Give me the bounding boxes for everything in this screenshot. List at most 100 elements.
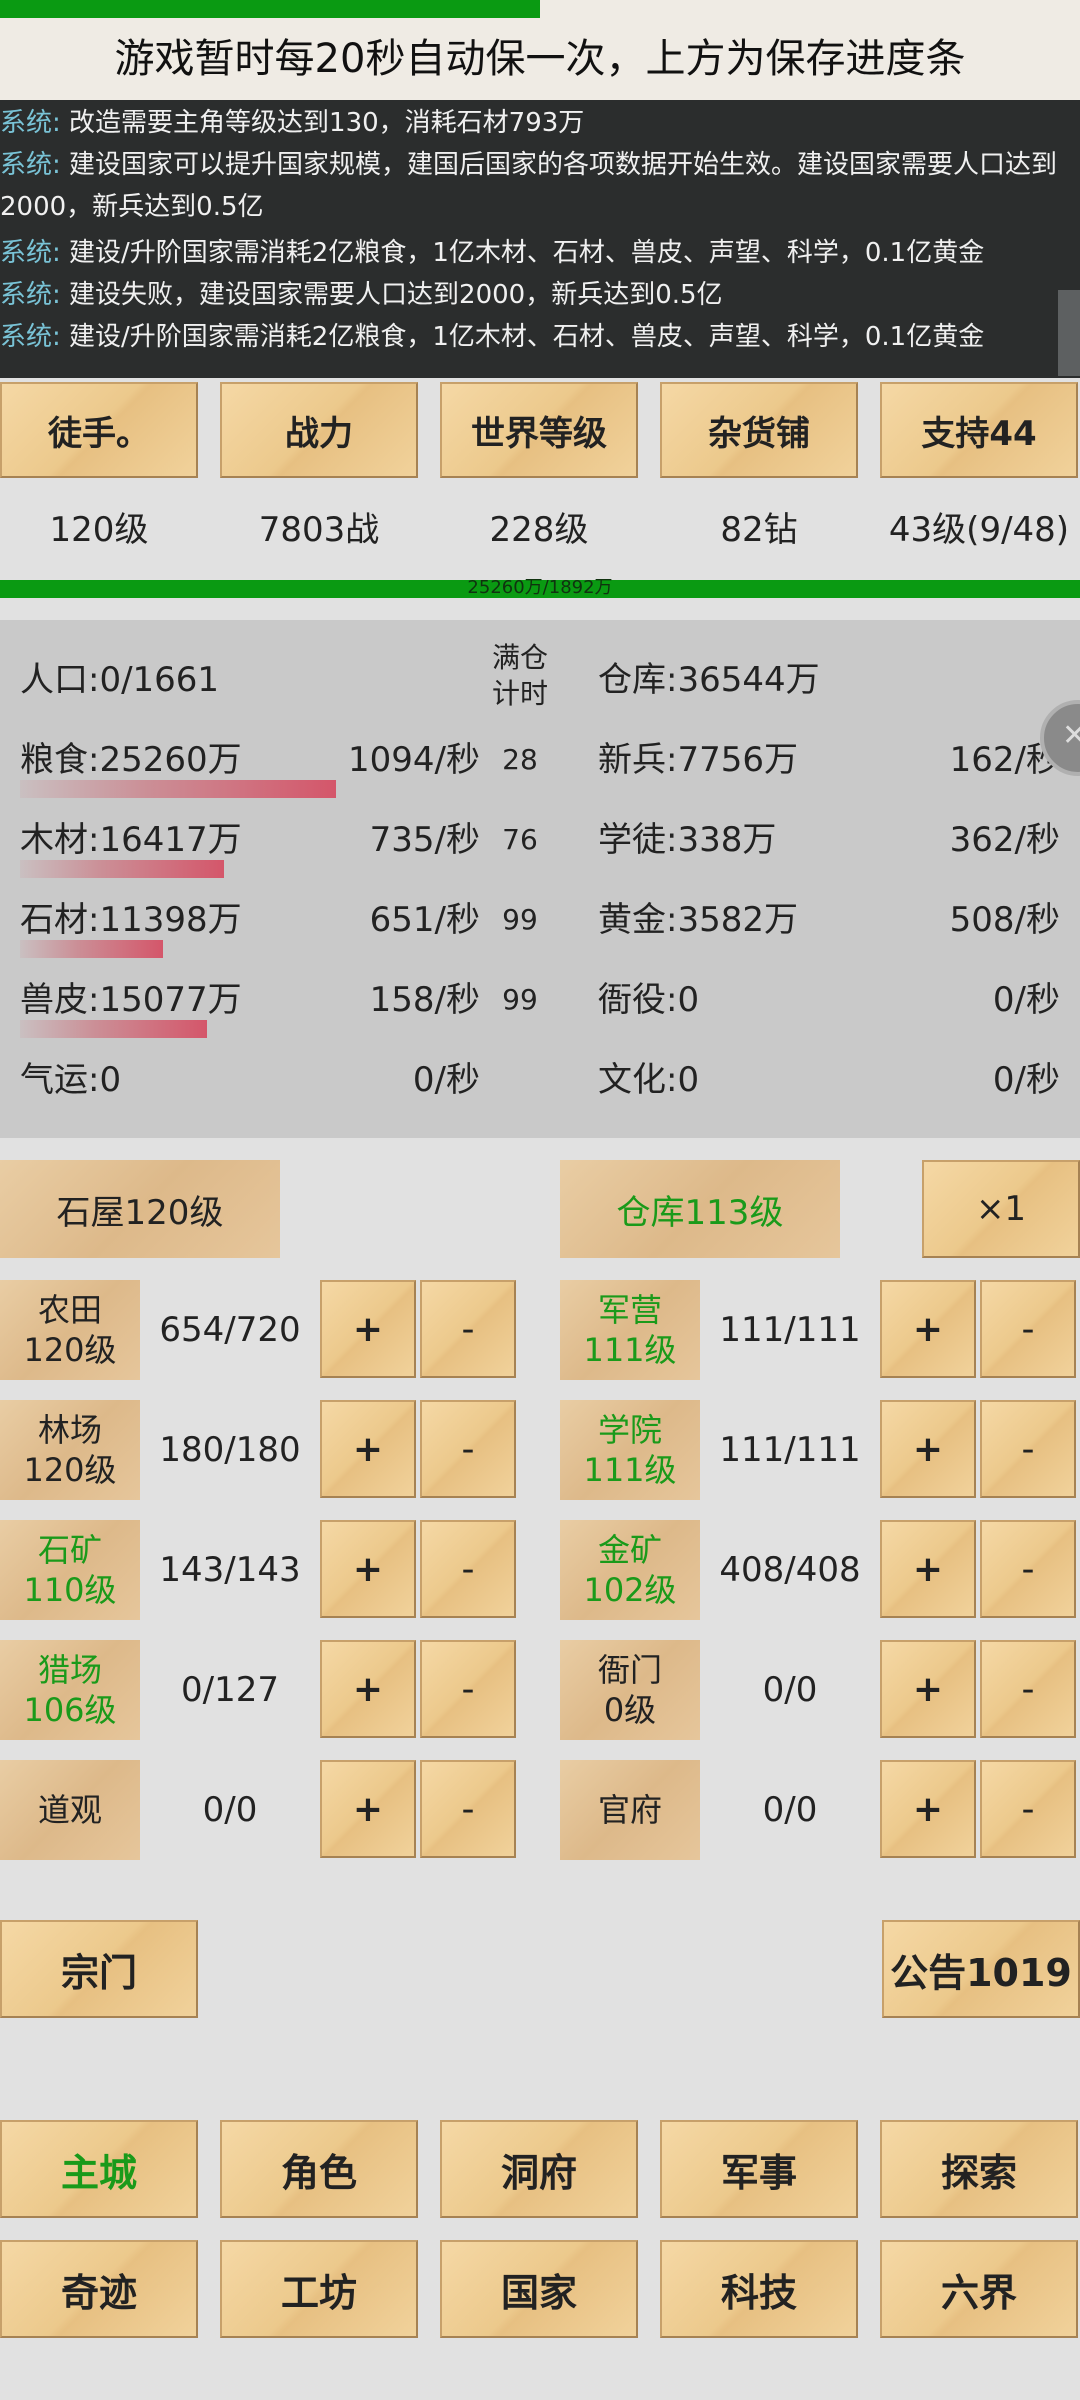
building-name[interactable]: 猎场 106级	[0, 1640, 140, 1740]
building-count: 408/408	[719, 1550, 861, 1590]
building-count: 180/180	[159, 1430, 301, 1470]
nav-button[interactable]: 探索	[880, 2120, 1078, 2218]
tab-value: 82钻	[720, 510, 798, 550]
log-text: 建设/升阶国家需消耗2亿粮食，1亿木材、石材、兽皮、声望、科学，0.1亿黄金	[60, 238, 985, 268]
sect-button[interactable]: 宗门	[0, 1920, 198, 2018]
building-label: 猎场	[37, 1651, 102, 1689]
building-label: 学院	[597, 1411, 662, 1449]
nav-button[interactable]: 科技	[660, 2240, 858, 2338]
notice-button[interactable]: 公告1019	[882, 1920, 1080, 2018]
resource-name: 气运:0	[20, 1060, 122, 1100]
log-line: 系统: 建设/升阶国家需消耗2亿粮食，1亿木材、石材、兽皮、声望、科学，0.1亿…	[0, 316, 1064, 358]
building-name[interactable]: 林场 120级	[0, 1400, 140, 1500]
resource-fill-bar	[20, 860, 224, 878]
minus-button[interactable]: -	[420, 1520, 516, 1618]
building-count: 0/127	[181, 1670, 279, 1710]
building-count: 111/111	[719, 1310, 861, 1350]
plus-button[interactable]: +	[880, 1760, 976, 1858]
building-level: 111级	[583, 1451, 677, 1489]
save-notice: 游戏暂时每20秒自动保一次，上方为保存进度条	[114, 36, 966, 82]
log-line: 系统: 改造需要主角等级达到130，消耗石材793万	[0, 102, 1064, 144]
resource-rate: 362/秒	[949, 820, 1060, 860]
building-label: 军营	[597, 1291, 662, 1329]
nav-button[interactable]: 国家	[440, 2240, 638, 2338]
plus-button[interactable]: +	[320, 1280, 416, 1378]
resource-fill-bar	[20, 780, 337, 798]
building-level: 111级	[583, 1331, 677, 1369]
building-label: 农田	[37, 1291, 102, 1329]
log-scrollbar[interactable]	[1058, 290, 1080, 376]
building-level: 0级	[603, 1691, 657, 1729]
building-name[interactable]: 道观	[0, 1760, 140, 1860]
plus-button[interactable]: +	[320, 1400, 416, 1498]
multiplier-button[interactable]: ×1	[922, 1160, 1080, 1258]
plus-button[interactable]: +	[880, 1280, 976, 1378]
log-prefix: 系统:	[0, 108, 61, 138]
nav-button[interactable]: 角色	[220, 2120, 418, 2218]
building-name[interactable]: 石矿 110级	[0, 1520, 140, 1620]
tab-button[interactable]: 徒手。	[0, 382, 198, 478]
minus-button[interactable]: -	[980, 1520, 1076, 1618]
resource-progress-text: 25260万/1892万	[467, 577, 613, 598]
close-icon: ✕	[1062, 718, 1080, 753]
minus-button[interactable]: -	[420, 1640, 516, 1738]
tab-value: 120级	[49, 510, 149, 550]
log-text: 建设国家可以提升国家规模，建国后国家的各项数据开始生效。建设国家需要人口达到20…	[0, 150, 1058, 222]
log-prefix: 系统:	[0, 280, 61, 310]
building-label: 道观	[37, 1791, 102, 1829]
nav-button[interactable]: 军事	[660, 2120, 858, 2218]
minus-button[interactable]: -	[980, 1400, 1076, 1498]
minus-button[interactable]: -	[420, 1760, 516, 1858]
plus-button[interactable]: +	[320, 1520, 416, 1618]
warehouse-upgrade-button[interactable]: 仓库113级	[560, 1160, 840, 1258]
stone-house-button[interactable]: 石屋120级	[0, 1160, 280, 1258]
resource-rate: 0/秒	[992, 1060, 1060, 1100]
nav-button[interactable]: 主城	[0, 2120, 198, 2218]
building-count: 0/0	[762, 1790, 818, 1830]
tab-button[interactable]: 世界等级	[440, 382, 638, 478]
nav-button[interactable]: 奇迹	[0, 2240, 198, 2338]
resource-name: 学徒:338万	[598, 820, 777, 860]
log-line: 系统: 建设国家可以提升国家规模，建国后国家的各项数据开始生效。建设国家需要人口…	[0, 144, 1064, 228]
full-timer: 76	[502, 823, 538, 856]
building-name[interactable]: 衙门 0级	[560, 1640, 700, 1740]
resource-rate: 158/秒	[369, 980, 480, 1020]
plus-button[interactable]: +	[880, 1640, 976, 1738]
tab-value: 7803战	[258, 510, 380, 550]
building-level: 120级	[23, 1451, 117, 1489]
full-timer: 99	[502, 903, 538, 936]
building-name[interactable]: 军营 111级	[560, 1280, 700, 1380]
system-log[interactable]: 系统: 改造需要主角等级达到130，消耗石材793万 系统: 建设国家可以提升国家…	[0, 100, 1080, 378]
nav-button[interactable]: 洞府	[440, 2120, 638, 2218]
resource-name: 衙役:0	[598, 980, 700, 1020]
nav-button[interactable]: 六界	[880, 2240, 1078, 2338]
tab-value: 228级	[489, 510, 589, 550]
building-name[interactable]: 金矿 102级	[560, 1520, 700, 1620]
building-name[interactable]: 农田 120级	[0, 1280, 140, 1380]
plus-button[interactable]: +	[880, 1400, 976, 1498]
resource-rate: 0/秒	[992, 980, 1060, 1020]
log-line: 系统: 建设/升阶国家需消耗2亿粮食，1亿木材、石材、兽皮、声望、科学，0.1亿…	[0, 232, 1064, 274]
plus-button[interactable]: +	[320, 1640, 416, 1738]
minus-button[interactable]: -	[420, 1400, 516, 1498]
tab-button[interactable]: 杂货铺	[660, 382, 858, 478]
minus-button[interactable]: -	[980, 1760, 1076, 1858]
building-label: 官府	[597, 1791, 662, 1829]
building-name[interactable]: 学院 111级	[560, 1400, 700, 1500]
resource-rate: 162/秒	[949, 740, 1060, 780]
tab-button[interactable]: 支持44	[880, 382, 1078, 478]
minus-button[interactable]: -	[980, 1280, 1076, 1378]
plus-button[interactable]: +	[880, 1520, 976, 1618]
building-name[interactable]: 官府	[560, 1760, 700, 1860]
minus-button[interactable]: -	[420, 1280, 516, 1378]
tab-button[interactable]: 战力	[220, 382, 418, 478]
plus-button[interactable]: +	[320, 1760, 416, 1858]
log-text: 建设失败，建设国家需要人口达到2000，新兵达到0.5亿	[60, 280, 723, 310]
log-prefix: 系统:	[0, 150, 61, 180]
resource-fill-bar	[20, 1020, 207, 1038]
resource-rate: 651/秒	[369, 900, 480, 940]
minus-button[interactable]: -	[980, 1640, 1076, 1738]
building-label: 石矿	[37, 1531, 102, 1569]
building-level: 102级	[583, 1571, 677, 1609]
nav-button[interactable]: 工坊	[220, 2240, 418, 2338]
